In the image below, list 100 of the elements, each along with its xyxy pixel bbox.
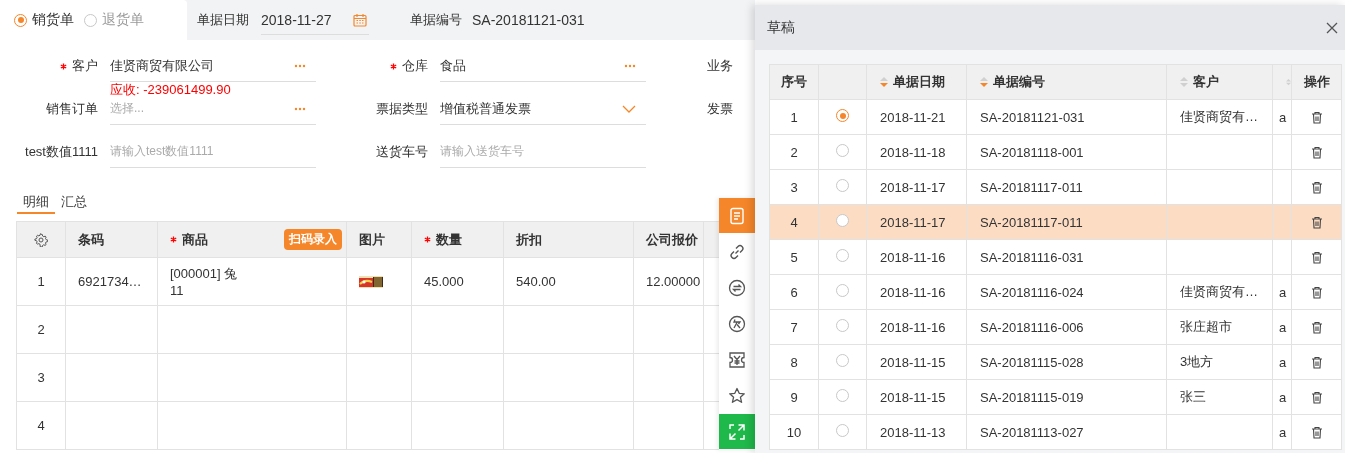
table-row[interactable]: 6 2018-11-16 SA-20181116-024 佳贤商贸有… a — [769, 274, 1342, 310]
trash-icon — [1310, 321, 1323, 335]
trash-icon — [1310, 426, 1323, 440]
row-number: 7 — [790, 319, 798, 335]
table-cell: a — [1279, 319, 1287, 335]
table-row[interactable]: 5 2018-11-16 SA-20181116-031 — [769, 239, 1342, 275]
settings-icon — [34, 233, 48, 248]
table-cell: a — [1279, 354, 1287, 370]
column-header: 条码 — [78, 230, 104, 249]
table-cell: 佳贤商贸有… — [1180, 109, 1258, 124]
table-row[interactable]: 10 2018-11-13 SA-20181113-027 a — [769, 414, 1342, 450]
delete-button[interactable] — [1309, 425, 1324, 440]
radio-button[interactable] — [836, 249, 849, 262]
delete-button[interactable] — [1309, 215, 1324, 230]
table-cell: 2018-11-16 — [880, 319, 946, 335]
column-header: 数量 — [436, 230, 462, 249]
delete-button[interactable] — [1309, 250, 1324, 265]
trash-icon — [1310, 251, 1323, 265]
table-cell: a — [1279, 109, 1287, 125]
row-number: 3 — [37, 370, 45, 385]
column-header: 商品 — [182, 230, 208, 249]
column-header: 序号 — [781, 74, 807, 89]
row-number: 1 — [37, 274, 45, 289]
table-cell: 12.00000 — [646, 274, 701, 289]
table-row[interactable]: 3 2018-11-17 SA-20181117-011 — [769, 169, 1342, 205]
tab[interactable]: 明细 — [17, 192, 55, 214]
chevron-down-icon — [622, 104, 636, 113]
radio-button[interactable] — [836, 284, 849, 297]
trash-icon — [1310, 286, 1323, 300]
field-value: SA-20181121-031 — [472, 12, 585, 28]
trash-icon — [1310, 216, 1323, 230]
table-cell: a — [1279, 389, 1287, 405]
close-icon — [1326, 21, 1338, 34]
table-cell: SA-20181117-011 — [980, 179, 1083, 195]
table-cell: 张庄超市 — [1180, 319, 1232, 334]
radio-button[interactable] — [84, 13, 97, 27]
radio-button[interactable] — [836, 424, 849, 437]
close-button[interactable] — [1325, 20, 1339, 35]
field-label: 发票 — [706, 100, 734, 118]
radio-button[interactable] — [836, 144, 849, 157]
row-number: 10 — [786, 424, 802, 440]
table-cell: 2018-11-15 — [880, 354, 946, 370]
trash-icon — [1310, 391, 1323, 405]
row-number: 8 — [790, 354, 798, 370]
field-label: test数值1111 — [25, 143, 98, 161]
row-number: 4 — [790, 214, 798, 230]
table-cell: 6921734… — [78, 274, 142, 289]
delete-button[interactable] — [1309, 320, 1324, 335]
radio-button[interactable] — [836, 179, 849, 192]
table-cell: 2018-11-15 — [880, 389, 946, 405]
radio-button[interactable] — [836, 319, 849, 332]
toolbar-button[interactable] — [719, 234, 755, 269]
table-cell: 3地方 — [1180, 354, 1214, 369]
table-cell: 佳贤商贸有… — [1180, 284, 1258, 299]
radio-button[interactable] — [14, 13, 27, 27]
table-row[interactable]: 1 2018-11-21 SA-20181121-031 佳贤商贸有… a — [769, 99, 1342, 135]
radio-button[interactable] — [836, 109, 849, 122]
radio-button[interactable] — [836, 214, 849, 227]
table-row[interactable]: 2 2018-11-18 SA-20181118-001 — [769, 134, 1342, 170]
radio-button[interactable] — [836, 354, 849, 367]
field-label: 单据编号 — [410, 11, 462, 29]
radio-label[interactable]: 销货单 — [32, 11, 74, 29]
input-field[interactable]: 食品 — [440, 50, 646, 82]
column-header: 折扣 — [516, 230, 542, 249]
trash-icon — [1310, 146, 1323, 160]
table-row[interactable]: 9 2018-11-15 SA-20181115-019 张三 a — [769, 379, 1342, 415]
select-field[interactable]: 增值税普通发票 — [440, 93, 646, 125]
row-number: 6 — [790, 284, 798, 300]
trash-icon — [1310, 181, 1323, 195]
date-field[interactable]: 2018-11-27 — [261, 5, 369, 35]
delete-button[interactable] — [1309, 390, 1324, 405]
row-number: 2 — [790, 144, 798, 160]
table-cell: a — [1279, 424, 1287, 440]
table-cell: SA-20181113-027 — [980, 424, 1084, 440]
expand-icon — [728, 422, 746, 441]
column-header: 客户 — [1193, 73, 1219, 91]
row-number: 5 — [790, 249, 798, 265]
column-header: 单据编号 — [993, 73, 1045, 91]
more-icon — [624, 63, 636, 68]
toolbar-button[interactable] — [719, 378, 755, 413]
balance-text: 应收: -239061499.90 — [110, 83, 231, 96]
radio-button[interactable] — [836, 389, 849, 402]
more-icon — [294, 106, 306, 111]
tab[interactable]: 汇总 — [55, 192, 93, 214]
delete-button[interactable] — [1309, 145, 1324, 160]
table-cell: SA-20181116-024 — [980, 284, 1084, 300]
delete-button[interactable] — [1309, 180, 1324, 195]
table-row[interactable]: 7 2018-11-16 SA-20181116-006 张庄超市 a — [769, 309, 1342, 345]
exchange-icon — [728, 278, 746, 297]
panel-title: 草稿 — [767, 18, 795, 37]
ticket-icon — [728, 350, 746, 369]
row-number: 3 — [790, 179, 798, 195]
table-row[interactable]: 4 2018-11-17 SA-20181117-011 — [769, 204, 1342, 240]
delete-button[interactable] — [1309, 355, 1324, 370]
trash-icon — [1310, 356, 1323, 370]
column-header: 单据日期 — [893, 73, 945, 91]
table-row[interactable]: 8 2018-11-15 SA-20181115-028 3地方 a — [769, 344, 1342, 380]
delete-button[interactable] — [1309, 285, 1324, 300]
delete-button[interactable] — [1309, 110, 1324, 125]
field-label: 单据日期 — [197, 11, 249, 29]
